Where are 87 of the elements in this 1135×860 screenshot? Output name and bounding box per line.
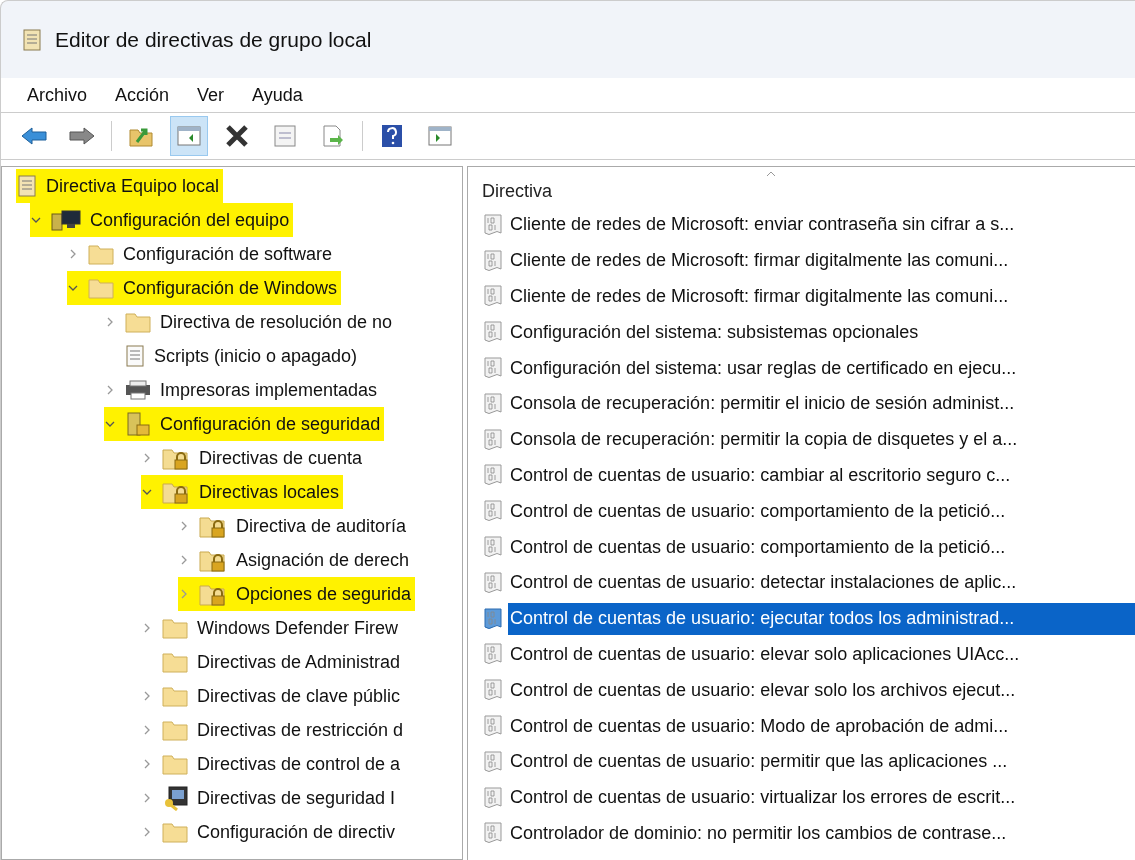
policy-row[interactable]: Control de cuentas de usuario: cambiar al escritorio seguro c... — [508, 459, 1135, 492]
tree-label: Configuración de software — [123, 242, 333, 266]
tree-item[interactable]: Directivas de seguridad I — [141, 781, 400, 815]
policy-row[interactable]: Cliente de redes de Microsoft: firmar digitalmente las comuni... — [508, 244, 1135, 277]
tree-item[interactable]: Configuración de directiv — [141, 815, 400, 849]
column-header[interactable]: Directiva — [482, 178, 552, 205]
tree-label: Directivas de Administrad — [197, 650, 401, 674]
tree-label: Directivas de control de a — [197, 752, 401, 776]
tree-item[interactable]: Directivas de control de a — [141, 747, 405, 781]
tree-item[interactable]: Configuración del equipo — [30, 203, 294, 237]
folder-icon — [161, 684, 189, 708]
folder-icon — [161, 616, 189, 640]
folder-icon — [161, 718, 189, 742]
tree-item[interactable]: Directiva de auditoría — [178, 509, 411, 543]
tree-label: Directivas de seguridad I — [197, 786, 396, 810]
policy-row[interactable]: Control de cuentas de usuario: virtualizar los errores de escrit... — [508, 781, 1135, 814]
policy-row[interactable]: Control de cuentas de usuario: comportamiento de la petició... — [508, 495, 1135, 528]
tree-item[interactable]: Configuración de seguridad — [104, 407, 385, 441]
policy-row[interactable]: Controlador de dominio: no permitir los cambios de contrase... — [508, 817, 1135, 850]
tree-item[interactable]: Directivas de restricción d — [141, 713, 408, 747]
policy-row[interactable]: Control de cuentas de usuario: detectar instalaciones de aplic... — [508, 566, 1135, 599]
policy-row[interactable]: Control de cuentas de usuario: ejecutar todos los administrad... — [508, 602, 1135, 635]
tree-item[interactable]: Configuración de Windows — [67, 271, 342, 305]
tree-item[interactable]: Impresoras implementadas — [104, 373, 382, 407]
tree-label: Directivas de cuenta — [199, 446, 363, 470]
tree-label: Impresoras implementadas — [160, 378, 378, 402]
tree-item[interactable]: Asignación de derech — [178, 543, 414, 577]
scroll-icon — [16, 174, 38, 198]
policy-row[interactable]: Control de cuentas de usuario: comportamiento de la petició... — [508, 531, 1135, 564]
tree-label: Directivas de restricción d — [197, 718, 404, 742]
tree-item[interactable]: Directivas de cuenta — [141, 441, 367, 475]
policy-row[interactable]: Consola de recuperación: permitir la copia de disquetes y el a... — [508, 423, 1135, 456]
tree-item[interactable]: Opciones de segurida — [178, 577, 416, 611]
export-list-icon — [321, 124, 345, 148]
policy-row[interactable]: Control de cuentas de usuario: elevar solo los archivos ejecut... — [508, 674, 1135, 707]
folder-icon — [87, 242, 115, 266]
policy-row[interactable]: Consola de recuperación: permitir el inicio de sesión administ... — [508, 387, 1135, 420]
folder-icon — [87, 276, 115, 300]
menu-item[interactable]: Archivo — [27, 81, 88, 109]
help-icon — [381, 124, 403, 148]
folder-icon — [161, 820, 189, 844]
policy-row[interactable]: Configuración del sistema: usar reglas de certificado en ejecu... — [508, 352, 1135, 385]
tree-label: Configuración de seguridad — [160, 412, 381, 436]
server-lock-icon — [124, 411, 152, 437]
tree-label: Directivas locales — [199, 480, 340, 504]
script-icon — [124, 344, 146, 368]
tree-label: Directivas de clave públic — [197, 684, 401, 708]
tree-label: Asignación de derech — [236, 548, 410, 572]
tree-item[interactable]: Directivas de clave públic — [141, 679, 405, 713]
printer-icon — [124, 379, 152, 401]
tree-label: Directiva de resolución de no — [160, 310, 393, 334]
tree-item[interactable]: Directivas locales — [141, 475, 344, 509]
tree-label: Scripts (inicio o apagado) — [154, 344, 358, 368]
folder-icon — [124, 310, 152, 334]
properties-icon — [273, 124, 297, 148]
tree-item[interactable]: Configuración de software — [67, 237, 337, 271]
back-arrow-icon — [20, 126, 48, 146]
policy-row[interactable]: Configuración del sistema: subsistemas opcionales — [508, 316, 1135, 349]
pane-toggle-icon — [177, 125, 201, 147]
computer-icon — [50, 208, 82, 232]
tree-label: Configuración del equipo — [90, 208, 290, 232]
tree-label: Opciones de segurida — [236, 582, 412, 606]
policy-row[interactable]: Control de cuentas de usuario: Modo de aprobación de admi... — [508, 710, 1135, 743]
delete-icon — [224, 123, 250, 149]
tree-label: Windows Defender Firew — [197, 616, 399, 640]
window-title: Editor de directivas de grupo local — [55, 26, 372, 53]
tree-item[interactable]: Scripts (inicio o apagado) — [104, 339, 362, 373]
tree-label: Configuración de directiv — [197, 820, 396, 844]
policy-row[interactable]: Cliente de redes de Microsoft: enviar contraseña sin cifrar a s... — [508, 208, 1135, 241]
tree-label: Configuración de Windows — [123, 276, 338, 300]
menu-item[interactable]: Acción — [115, 81, 170, 109]
folder-icon — [161, 650, 189, 674]
pane-toggle-icon — [428, 125, 452, 147]
policy-row[interactable]: Control de cuentas de usuario: permitir que las aplicaciones ... — [508, 745, 1135, 778]
tree-item[interactable]: Directiva de resolución de no — [104, 305, 397, 339]
menu-item[interactable]: Ayuda — [252, 81, 303, 109]
tree-label: Directiva Equipo local — [46, 174, 220, 198]
forward-arrow-icon — [68, 126, 96, 146]
tree-label: Directiva de auditoría — [236, 514, 407, 538]
scroll-icon — [21, 27, 43, 52]
tree-item[interactable]: Windows Defender Firew — [141, 611, 403, 645]
tree-item[interactable]: Directiva Equipo local — [16, 169, 224, 203]
folder-icon — [161, 752, 189, 776]
menu-item[interactable]: Ver — [197, 81, 225, 109]
policy-row[interactable]: Control de cuentas de usuario: elevar solo aplicaciones UIAcc... — [508, 638, 1135, 671]
policy-row[interactable]: Cliente de redes de Microsoft: firmar digitalmente las comuni... — [508, 280, 1135, 313]
tree-item[interactable]: Directivas de Administrad — [141, 645, 405, 679]
